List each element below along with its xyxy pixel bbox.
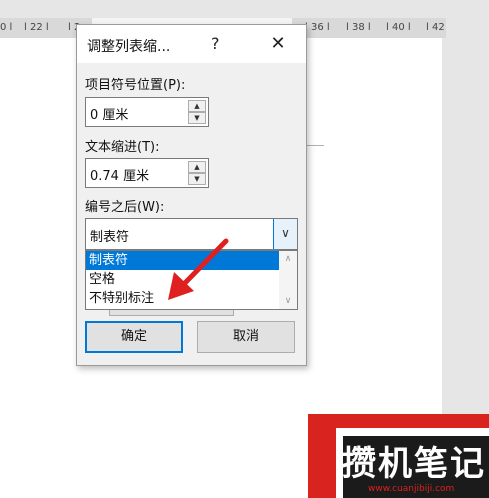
bullet-position-spinner[interactable]: 0 厘米 ▲ ▼	[85, 97, 209, 127]
dropdown-option-nothing[interactable]: 不特别标注	[86, 289, 279, 308]
cancel-button[interactable]: 取消	[197, 321, 295, 353]
text-indent-input[interactable]: 0.74 厘米	[90, 165, 149, 184]
follow-number-combobox[interactable]: 制表符 ∨	[85, 218, 298, 250]
close-button[interactable]: ✕	[263, 31, 293, 57]
ruler-mark: l 36 l	[305, 22, 330, 33]
follow-number-selected: 制表符	[90, 230, 130, 245]
ruler-mark: l 38 l	[346, 22, 371, 33]
spin-down-icon[interactable]: ▼	[188, 112, 206, 124]
dropdown-scrollbar[interactable]: ∧ ∨	[279, 251, 297, 309]
spin-up-icon[interactable]: ▲	[188, 161, 206, 173]
bullet-position-spin-buttons: ▲ ▼	[188, 100, 206, 124]
dialog-title-bar[interactable]: 调整列表缩... ? ✕	[77, 25, 306, 63]
help-button[interactable]: ?	[211, 34, 220, 53]
ruler-mark: l 22 l	[24, 22, 49, 33]
logo-title: 攒机笔记	[342, 444, 486, 484]
bullet-position-input[interactable]: 0 厘米	[90, 104, 128, 123]
ruler-mark: l 40 l	[386, 22, 411, 33]
follow-number-label: 编号之后(W):	[85, 200, 165, 215]
text-indent-label: 文本缩进(T):	[85, 140, 160, 155]
spin-down-icon[interactable]: ▼	[188, 173, 206, 185]
dropdown-option-space[interactable]: 空格	[86, 270, 279, 289]
chevron-down-icon[interactable]: ∨	[273, 219, 297, 249]
adjust-list-indent-dialog: 调整列表缩... ? ✕ 项目符号位置(P): 0 厘米 ▲ ▼ 文本缩进(T)…	[76, 24, 307, 366]
dropdown-option-tab[interactable]: 制表符	[86, 251, 279, 270]
ruler-mark: l 42	[426, 22, 445, 33]
ok-button[interactable]: 确定	[85, 321, 183, 353]
scroll-up-icon[interactable]: ∧	[279, 251, 297, 267]
text-indent-spinner[interactable]: 0.74 厘米 ▲ ▼	[85, 158, 209, 188]
hidden-button-edge	[109, 310, 234, 316]
text-indent-spin-buttons: ▲ ▼	[188, 161, 206, 185]
follow-number-dropdown-list: 制表符 空格 不特别标注 ∧ ∨	[85, 250, 298, 310]
dialog-title: 调整列表缩...	[87, 39, 171, 55]
spin-up-icon[interactable]: ▲	[188, 100, 206, 112]
ruler-mark: 0 l	[0, 22, 13, 33]
bullet-position-label: 项目符号位置(P):	[85, 78, 186, 93]
watermark-logo: 攒机笔记 www.cuanjibiji.com	[308, 414, 489, 498]
scroll-down-icon[interactable]: ∨	[279, 293, 297, 309]
logo-url: www.cuanjibiji.com	[368, 484, 455, 494]
